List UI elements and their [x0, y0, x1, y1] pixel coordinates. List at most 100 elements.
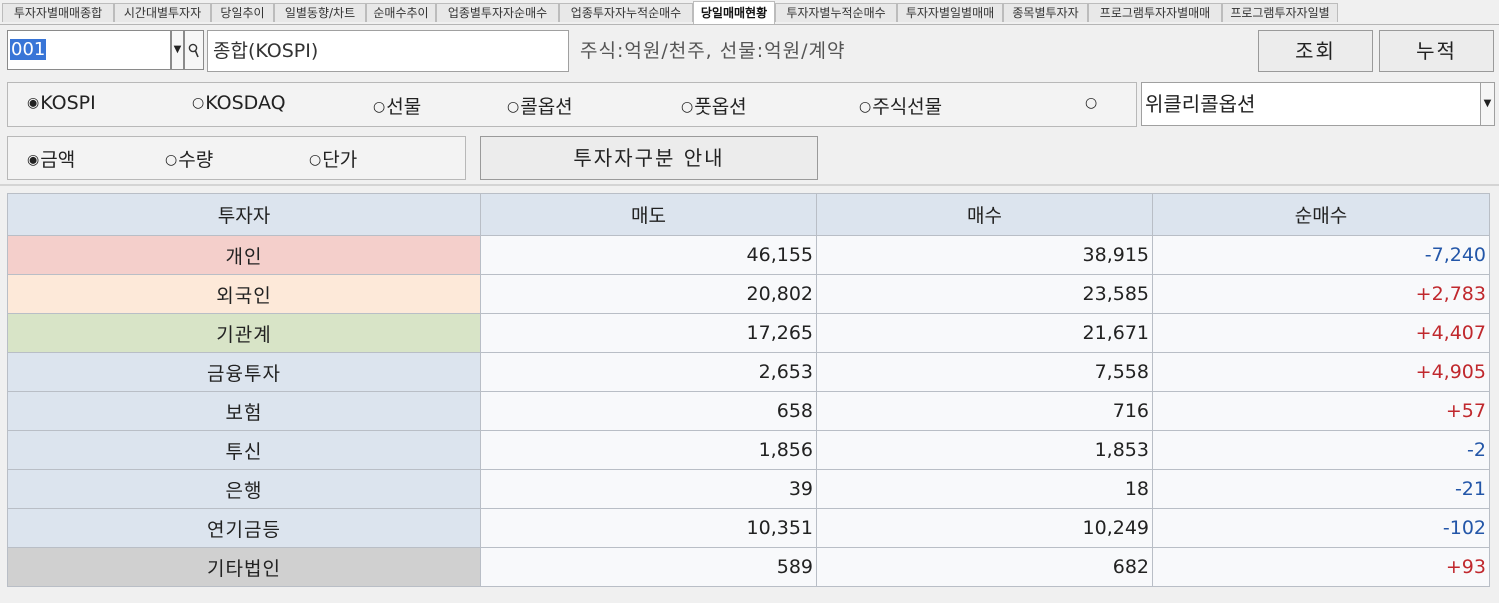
- market-radio-1[interactable]: ◉KOSPI: [27, 92, 96, 114]
- sell-cell: 39: [480, 469, 817, 509]
- net-buy-cell: +57: [1152, 391, 1490, 431]
- query-button[interactable]: 조회: [1258, 30, 1373, 72]
- buy-cell: 1,853: [816, 430, 1153, 470]
- radio-unchecked-icon: ○: [507, 99, 520, 115]
- mode-radio-label: 수량: [178, 149, 214, 171]
- market-radio-label: KOSDAQ: [205, 92, 286, 114]
- table-header-row: 투자자 매도 매수 순매수: [7, 193, 1490, 236]
- net-buy-cell: -102: [1152, 508, 1490, 548]
- code-input-value: 001: [10, 39, 47, 60]
- investor-name-cell: 기타법인: [7, 547, 481, 587]
- mode-radio-3[interactable]: ○단가: [309, 145, 357, 172]
- investor-name-cell: 보험: [7, 391, 481, 431]
- code-dropdown-button[interactable]: ▼: [171, 30, 184, 70]
- tab-12[interactable]: 프로그램투자자별매매: [1088, 3, 1222, 22]
- sell-cell: 658: [480, 391, 817, 431]
- table-row[interactable]: 은행 39 18 -21: [7, 469, 1490, 509]
- buy-cell: 18: [816, 469, 1153, 509]
- table-row[interactable]: 기관계 17,265 21,671 +4,407: [7, 313, 1490, 353]
- sell-cell: 20,802: [480, 274, 817, 314]
- radio-checked-icon: ◉: [27, 152, 40, 168]
- radio-unchecked-icon: ○: [859, 99, 872, 115]
- market-radio-label: 주식선물: [872, 96, 943, 118]
- option-type-value: 위클리콜옵션: [1145, 92, 1256, 116]
- tab-9[interactable]: 투자자별누적순매수: [775, 3, 897, 22]
- sell-cell: 2,653: [480, 352, 817, 392]
- market-radio-6[interactable]: ○주식선물: [859, 92, 942, 119]
- column-header-sell[interactable]: 매도: [480, 193, 817, 236]
- table-row[interactable]: 개인 46,155 38,915 -7,240: [7, 235, 1490, 275]
- market-radio-2[interactable]: ○KOSDAQ: [192, 92, 286, 114]
- mode-radio-panel: [7, 136, 466, 180]
- net-buy-cell: -7,240: [1152, 235, 1490, 275]
- investor-name-cell: 기관계: [7, 313, 481, 353]
- market-radio-4[interactable]: ○콜옵션: [507, 92, 573, 119]
- mode-radio-1[interactable]: ◉금액: [27, 145, 75, 172]
- radio-unchecked-icon: ○: [192, 95, 205, 111]
- investor-name-cell: 연기금등: [7, 508, 481, 548]
- market-radio-5[interactable]: ○풋옵션: [681, 92, 747, 119]
- investor-name-cell: 외국인: [7, 274, 481, 314]
- table-row[interactable]: 투신 1,856 1,853 -2: [7, 430, 1490, 470]
- investor-trading-table: 투자자 매도 매수 순매수 개인 46,155 38,915 -7,240 외국인 20,…: [7, 193, 1490, 587]
- table-row[interactable]: 금융투자 2,653 7,558 +4,905: [7, 352, 1490, 392]
- net-buy-cell: +93: [1152, 547, 1490, 587]
- net-buy-cell: -21: [1152, 469, 1490, 509]
- tab-7[interactable]: 업종투자자누적순매수: [559, 3, 693, 22]
- investor-guide-button[interactable]: 투자자구분 안내: [480, 136, 818, 180]
- column-header-investor[interactable]: 투자자: [7, 193, 481, 236]
- cumulative-button[interactable]: 누적: [1379, 30, 1494, 72]
- code-input[interactable]: 001: [7, 30, 171, 70]
- table-row[interactable]: 연기금등 10,351 10,249 -102: [7, 508, 1490, 548]
- tab-5[interactable]: 순매수추이: [366, 3, 436, 22]
- tab-11[interactable]: 종목별투자자: [1003, 3, 1088, 22]
- net-buy-cell: -2: [1152, 430, 1490, 470]
- sell-cell: 589: [480, 547, 817, 587]
- column-header-buy[interactable]: 매수: [816, 193, 1153, 236]
- column-header-net-buy[interactable]: 순매수: [1152, 193, 1490, 236]
- sell-cell: 17,265: [480, 313, 817, 353]
- tab-6[interactable]: 업종별투자자순매수: [436, 3, 559, 22]
- table-row[interactable]: 보험 658 716 +57: [7, 391, 1490, 431]
- investor-name-cell: 개인: [7, 235, 481, 275]
- index-name-field[interactable]: 종합(KOSPI): [207, 30, 569, 72]
- tab-4[interactable]: 일별동향/차트: [274, 3, 366, 22]
- table-row[interactable]: 외국인 20,802 23,585 +2,783: [7, 274, 1490, 314]
- buy-cell: 716: [816, 391, 1153, 431]
- market-radio-label: 풋옵션: [694, 96, 747, 118]
- mode-radio-label: 금액: [40, 149, 76, 171]
- investor-name-cell: 은행: [7, 469, 481, 509]
- tab-1[interactable]: 투자자별매매종합: [2, 3, 114, 22]
- mode-radio-label: 단가: [322, 149, 358, 171]
- market-radio-label: KOSPI: [40, 92, 96, 114]
- mode-radio-2[interactable]: ○수량: [165, 145, 213, 172]
- tab-8[interactable]: 당일매매현황: [693, 1, 775, 24]
- tab-10[interactable]: 투자자별일별매매: [897, 3, 1003, 22]
- market-radio-label: 콜옵션: [520, 96, 573, 118]
- radio-unchecked-icon: ○: [681, 99, 694, 115]
- option-type-select[interactable]: 위클리콜옵션 ▼: [1141, 82, 1495, 126]
- buy-cell: 682: [816, 547, 1153, 587]
- radio-unchecked-icon: ○: [165, 152, 178, 168]
- search-icon[interactable]: [184, 30, 204, 70]
- tab-13[interactable]: 프로그램투자자일별: [1222, 3, 1338, 22]
- chevron-down-icon[interactable]: ▼: [1480, 83, 1494, 125]
- market-radio-7[interactable]: ○: [1085, 92, 1098, 114]
- radio-checked-icon: ◉: [27, 95, 40, 111]
- tab-2[interactable]: 시간대별투자자: [114, 3, 211, 22]
- tab-3[interactable]: 당일추이: [211, 3, 274, 22]
- net-buy-cell: +4,905: [1152, 352, 1490, 392]
- market-radio-label: 선물: [386, 96, 422, 118]
- buy-cell: 10,249: [816, 508, 1153, 548]
- buy-cell: 7,558: [816, 352, 1153, 392]
- divider: [0, 184, 1499, 186]
- radio-unchecked-icon: ○: [1085, 95, 1098, 111]
- magnifier-icon: [188, 43, 199, 58]
- market-radio-3[interactable]: ○선물: [373, 92, 421, 119]
- tab-bar: 투자자별매매종합 시간대별투자자 당일추이 일별동향/차트 순매수추이 업종별투자자순매수…: [0, 0, 1499, 25]
- table-row[interactable]: 기타법인 589 682 +93: [7, 547, 1490, 587]
- investor-name-cell: 투신: [7, 430, 481, 470]
- radio-unchecked-icon: ○: [373, 99, 386, 115]
- buy-cell: 38,915: [816, 235, 1153, 275]
- sell-cell: 10,351: [480, 508, 817, 548]
